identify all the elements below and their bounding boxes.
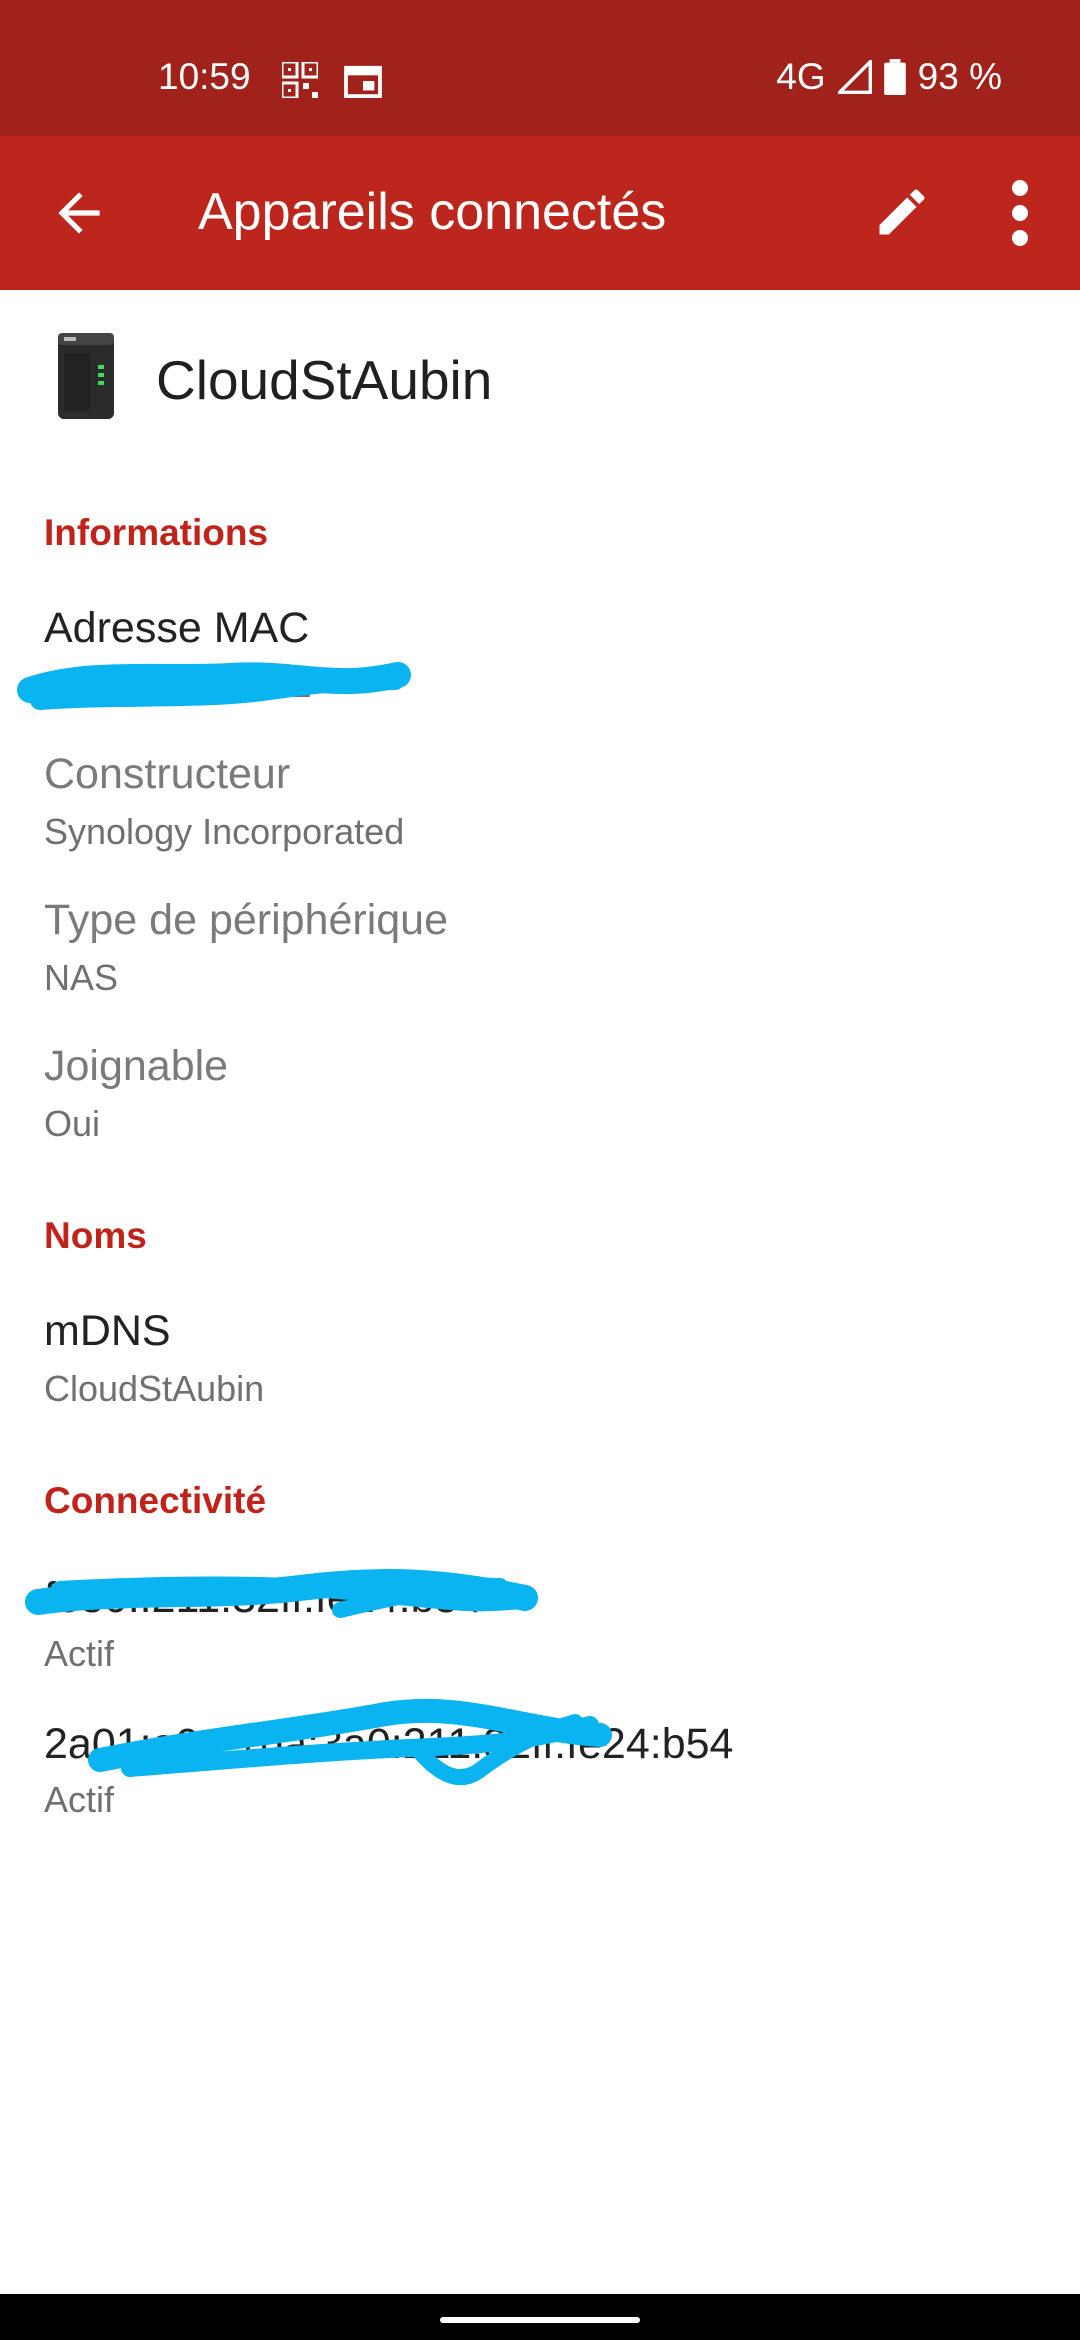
ip-status-1: Actif [44,1633,115,1674]
section-connectivite: Connectivité [44,1480,267,1521]
mdns-value[interactable]: CloudStAubin [44,1368,264,1410]
status-bar: 10:59 4G 93 % [0,0,1080,136]
mac-label: Adresse MAC [44,604,310,652]
device-type-label: Type de périphérique [44,896,449,944]
mdns-label: mDNS [44,1307,171,1355]
status-right: 4G 93 % [776,56,1002,98]
ip-address-2[interactable]: 2a01:e0a:1ba:3a0:211:32ff:fe24:b54 [44,1720,733,1769]
reachable-label: Joignable [44,1042,229,1090]
manufacturer-label: Constructeur [44,750,291,798]
nas-device-icon [58,333,114,419]
ip-status-2: Actif [44,1779,115,1820]
home-gesture-handle[interactable] [440,2317,640,2323]
section-informations: Informations [44,512,269,553]
signal-icon [837,60,872,94]
page-title: Appareils connectés [198,183,667,241]
battery-percent: 93 % [917,56,1002,97]
device-type-value: NAS [44,957,119,998]
battery-icon [883,59,906,95]
calendar-icon [344,65,382,98]
edit-pencil-icon[interactable] [872,182,932,242]
manufacturer-value: Synology Incorporated [44,811,405,852]
section-noms: Noms [44,1215,147,1256]
back-arrow-icon[interactable] [48,182,110,244]
ip-address-1[interactable]: fe80::211:32ff:fe24:b54 [44,1574,482,1623]
status-time: 10:59 [158,56,251,97]
navigation-bar [0,2294,1080,2340]
mac-value[interactable]: 00:11:32:9f:b5:f1 [44,664,312,706]
device-name: CloudStAubin [156,349,493,411]
app-bar: Appareils connectés [0,136,1080,290]
more-vert-icon[interactable] [1000,178,1040,248]
reachable-value: Oui [44,1103,101,1144]
network-type: 4G [776,56,826,97]
qr-code-icon [282,62,318,98]
